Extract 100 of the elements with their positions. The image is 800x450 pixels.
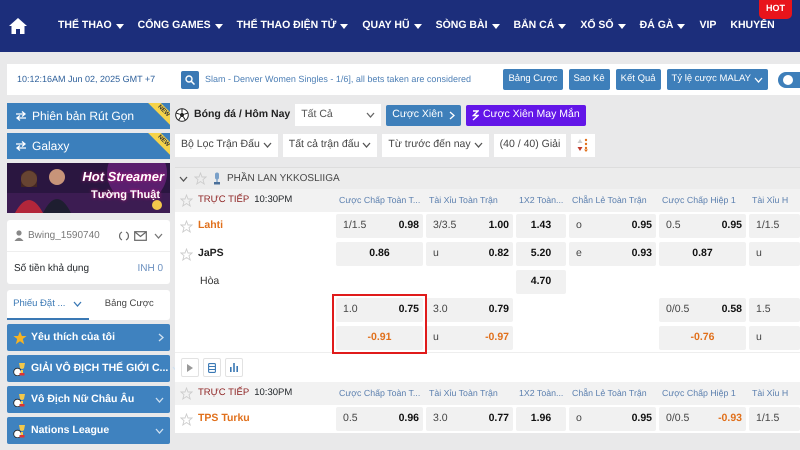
nav-item[interactable]: THỂ THAO ĐIỆN TỬ	[236, 18, 348, 34]
stats-button[interactable]	[225, 358, 243, 377]
sidebar-section[interactable]: Yêu thích của tôi	[7, 324, 170, 351]
news-ticker: Slam - Denver Women Singles - 1/6], all bets taken are considered	[205, 72, 472, 86]
league-title: PHẦN LAN YKKOSLIIGA	[227, 171, 340, 186]
odds-button[interactable]: 1.43	[516, 214, 566, 238]
match-time: 10:30PM	[254, 386, 292, 400]
sport-title: Bóng đá / Hôm Nay	[194, 107, 290, 122]
period-select[interactable]: Tất Cả	[295, 104, 382, 126]
odds-button[interactable]: u	[749, 242, 800, 266]
odds-button[interactable]: 1/1.5 0.98	[336, 214, 423, 238]
nav-item[interactable]: XỔ SỐ	[580, 18, 626, 34]
sort-button[interactable]	[571, 134, 596, 156]
filter-dropdown[interactable]: Từ trước đến nay	[382, 134, 489, 156]
play-button[interactable]	[181, 358, 199, 377]
nav-item[interactable]: KHUYẾN	[730, 18, 775, 34]
trophy-icon	[213, 172, 221, 185]
odds-button[interactable]: 0.87	[659, 242, 746, 266]
nav-item[interactable]: CỔNG GAMES	[138, 18, 223, 34]
column-header: Chẵn Lẻ Toàn Trận	[571, 194, 647, 207]
odds-button[interactable]: 1.96	[516, 407, 566, 431]
nav-item[interactable]: QUAY HŨ	[362, 18, 422, 34]
odds-button[interactable]: 0.5 0.95	[659, 214, 746, 238]
odds-button[interactable]: 3.0 0.77	[426, 407, 513, 431]
column-header: Chẵn Lẻ Toàn Trận	[571, 386, 647, 400]
odds-button[interactable]: 1/1.5	[749, 214, 800, 238]
sidebar-section[interactable]: Vô Địch Nữ Châu Âu	[7, 386, 170, 413]
trophy-icon	[13, 362, 27, 376]
odds-button[interactable]: 0.5 0.96	[336, 407, 423, 431]
sidebar-tab[interactable]: Bảng Cược	[88, 290, 170, 320]
star-icon[interactable]	[180, 412, 193, 426]
scoreboard-button[interactable]	[203, 358, 221, 377]
odds-button[interactable]: u	[749, 326, 800, 350]
star-icon[interactable]	[180, 194, 193, 207]
live-status: TRỰC TIẾP	[198, 193, 250, 208]
star-icon[interactable]	[180, 220, 193, 232]
sort-icon	[577, 138, 590, 152]
odds-button[interactable]: 0/0.5 0.58	[659, 298, 746, 322]
odds-button[interactable]: 5.20	[516, 242, 566, 266]
filter-dropdown[interactable]: Tất cả trận đấu	[282, 134, 378, 156]
soccer-ball-icon	[175, 108, 189, 122]
nav-item[interactable]: BẮN CÁ	[514, 18, 566, 34]
odds-button[interactable]: 3.0 0.79	[426, 298, 513, 322]
username-text: Bwing_1590740	[28, 229, 101, 243]
lucky-parlay-button[interactable]: Cược Xiên May Mắn	[466, 104, 586, 126]
star-icon[interactable]	[194, 172, 207, 185]
odds-button[interactable]: e 0.93	[569, 242, 656, 266]
swap-icon	[15, 141, 27, 151]
odds-button[interactable]: o 0.95	[569, 214, 656, 238]
search-button[interactable]	[181, 70, 199, 88]
filter-dropdown[interactable]: (40 / 40) Giải	[494, 134, 566, 156]
clock-text: 10:12:16AM Jun 02, 2025 GMT +7	[17, 72, 156, 86]
star-icon[interactable]	[180, 387, 193, 400]
parlay-button[interactable]: Cược Xiên	[386, 104, 461, 126]
toolbar-button[interactable]: Tỷ lệ cược MALAY	[666, 69, 768, 90]
toolbar-button[interactable]: Bảng Cược	[503, 69, 562, 90]
nav-item[interactable]: ĐÁ GÀ	[640, 18, 686, 34]
sidebar-tab[interactable]: Phiếu Đặt ...	[7, 290, 88, 320]
list-icon	[208, 362, 216, 372]
toolbar-button[interactable]: Kết Quả	[616, 69, 661, 90]
mail-icon[interactable]	[134, 230, 147, 240]
odds-button[interactable]: u 0.82	[426, 242, 513, 266]
odds-button[interactable]: 3/3.5 1.00	[426, 214, 513, 238]
column-header: Cược Chấp Hiệp 1	[661, 194, 736, 207]
column-header: Tài Xỉu H	[751, 194, 788, 207]
toggle-switch[interactable]	[778, 72, 800, 88]
team-name: Lahti	[198, 218, 224, 234]
odds-button[interactable]: o 0.95	[569, 407, 656, 431]
swap-icon	[15, 111, 27, 121]
odds-button[interactable]: 0.86	[336, 242, 423, 266]
promo-title: Hot Streamer	[82, 168, 164, 186]
nav-item[interactable]: THỂ THAO	[58, 18, 124, 34]
trophy-icon	[13, 424, 27, 438]
chevron-right-icon	[448, 110, 455, 120]
column-header: 1X2 Toàn...	[518, 386, 564, 400]
odds-button[interactable]: u -0.97	[426, 326, 513, 350]
sidebar-section[interactable]: Nations League	[7, 417, 170, 444]
refresh-icon[interactable]	[118, 230, 130, 242]
star-icon[interactable]	[180, 248, 193, 260]
odds-button[interactable]: 0/0.5 -0.93	[659, 407, 746, 431]
odds-button[interactable]: 1.5	[749, 298, 800, 322]
balance-value: INH 0	[137, 262, 163, 276]
chevron-right-icon	[158, 333, 164, 342]
nav-item[interactable]: SÒNG BÀI	[436, 18, 500, 34]
nav-item[interactable]: VIP	[699, 18, 716, 34]
column-header: Tài Xỉu Toàn Trận	[428, 194, 498, 207]
column-header: Cược Chấp Hiệp 1	[661, 386, 736, 400]
odds-button[interactable]: 4.70	[516, 270, 566, 294]
column-header: Tài Xỉu Toàn Trận	[428, 386, 498, 400]
match-time: 10:30PM	[254, 193, 292, 208]
search-icon	[185, 74, 195, 84]
toolbar-button[interactable]: Sao Kê	[568, 69, 610, 90]
home-icon[interactable]	[8, 17, 28, 35]
odds-button[interactable]: 1.0 0.75	[336, 298, 423, 322]
zigzag-icon	[472, 110, 479, 120]
filter-dropdown[interactable]: Bộ Lọc Trận Đấu	[175, 134, 278, 156]
team-name: Hòa	[200, 274, 220, 290]
odds-button[interactable]: 1/1.5	[749, 407, 800, 431]
trophy-icon	[13, 392, 27, 406]
column-header: Tài Xỉu H	[751, 386, 788, 400]
